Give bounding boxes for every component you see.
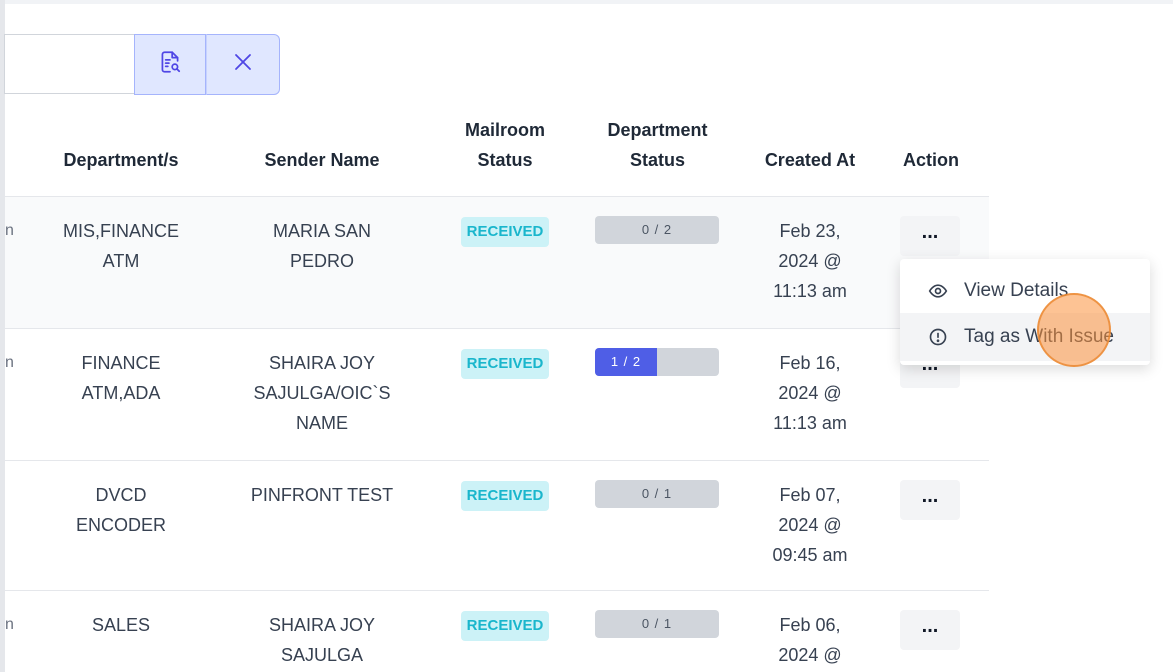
cell-sender-name: SHAIRA JOY — [268, 353, 376, 373]
status-badge: RECEIVED — [461, 611, 549, 641]
menu-item-view-details[interactable]: View Details — [900, 267, 1150, 315]
action-menu: View Details Tag as With Issue — [900, 259, 1150, 365]
cell-created-at: 2024 @ — [778, 515, 842, 535]
close-icon — [231, 50, 255, 79]
row-actions-button[interactable]: ... — [900, 610, 960, 650]
progress-label: 0 / 1 — [641, 616, 673, 631]
header-action: Action — [903, 150, 959, 170]
cell-department: ATM — [102, 251, 140, 271]
cursor-indicator — [1037, 293, 1111, 367]
document-search-icon — [157, 49, 183, 80]
cell-sender-name: PINFRONT TEST — [250, 485, 394, 505]
search-input[interactable] — [4, 34, 135, 94]
cell-sender-name: SHAIRA JOY — [268, 615, 376, 635]
status-badge: RECEIVED — [461, 217, 549, 247]
cell-department: FINANCE — [81, 353, 161, 373]
cell-created-at: 2024 @ — [778, 251, 842, 271]
header-sender-name[interactable]: Sender Name — [232, 145, 412, 175]
cell-sender-name: MARIA SAN — [272, 221, 372, 241]
header-mailroom-status-line1[interactable]: Mailroom — [440, 115, 570, 145]
cell-created-at: 2024 @ — [778, 645, 842, 665]
row-divider — [5, 328, 989, 329]
cell-created-at: 09:45 am — [772, 545, 848, 565]
progress-label: 0 / 1 — [641, 486, 673, 501]
department-progress-bar: 0 / 1 — [595, 610, 719, 638]
clear-search-button[interactable] — [206, 34, 280, 95]
header-department[interactable]: Department/s — [40, 145, 202, 175]
cell-department: DVCD — [95, 485, 147, 505]
cell-created-at: Feb 07, — [779, 485, 841, 505]
row-actions-button[interactable]: ... — [900, 480, 960, 520]
row-divider — [5, 590, 989, 591]
row-divider — [5, 196, 989, 197]
cell-sender-name: PEDRO — [289, 251, 354, 271]
top-border — [0, 0, 1173, 4]
header-created-at[interactable]: Created At — [745, 145, 875, 175]
cell-created-at: 2024 @ — [778, 383, 842, 403]
status-badge: RECEIVED — [461, 349, 549, 379]
clipped-cell-text: n — [5, 354, 14, 371]
department-progress-bar: 0 / 1 — [595, 480, 719, 508]
cell-created-at: Feb 16, — [779, 353, 841, 373]
cell-sender-name: SAJULGA — [280, 645, 364, 665]
status-badge: RECEIVED — [461, 481, 549, 511]
menu-item-tag-issue[interactable]: Tag as With Issue — [900, 313, 1150, 361]
cell-department: SALES — [91, 615, 151, 635]
cell-created-at: Feb 23, — [779, 221, 841, 241]
header-department-status-line2[interactable]: Status — [590, 145, 725, 175]
clipped-cell-text: n — [5, 616, 14, 633]
header-department-status-line1[interactable]: Department — [590, 115, 725, 145]
clipped-cell-text: n — [5, 222, 14, 239]
row-divider — [5, 460, 989, 461]
cell-department: ATM,ADA — [81, 383, 161, 403]
cell-created-at: 11:13 am — [773, 413, 847, 433]
progress-label: 0 / 2 — [641, 222, 673, 237]
row-actions-button[interactable]: ... — [900, 216, 960, 256]
cell-sender-name: SAJULGA/OIC`S — [253, 383, 391, 403]
eye-icon — [928, 281, 948, 301]
cell-created-at: 11:13 am — [773, 281, 847, 301]
search-button[interactable] — [134, 34, 206, 95]
department-progress-bar: 0 / 2 — [595, 216, 719, 244]
progress-label: 1 / 2 — [610, 354, 642, 369]
cell-created-at: Feb 06, — [779, 615, 841, 635]
alert-circle-icon — [928, 327, 948, 347]
department-progress-bar: 1 / 2 — [595, 348, 719, 376]
cell-department: MIS,FINANCE — [62, 221, 179, 241]
cell-department: ENCODER — [75, 515, 166, 535]
header-mailroom-status-line2[interactable]: Status — [440, 145, 570, 175]
cell-sender-name: NAME — [295, 413, 348, 433]
